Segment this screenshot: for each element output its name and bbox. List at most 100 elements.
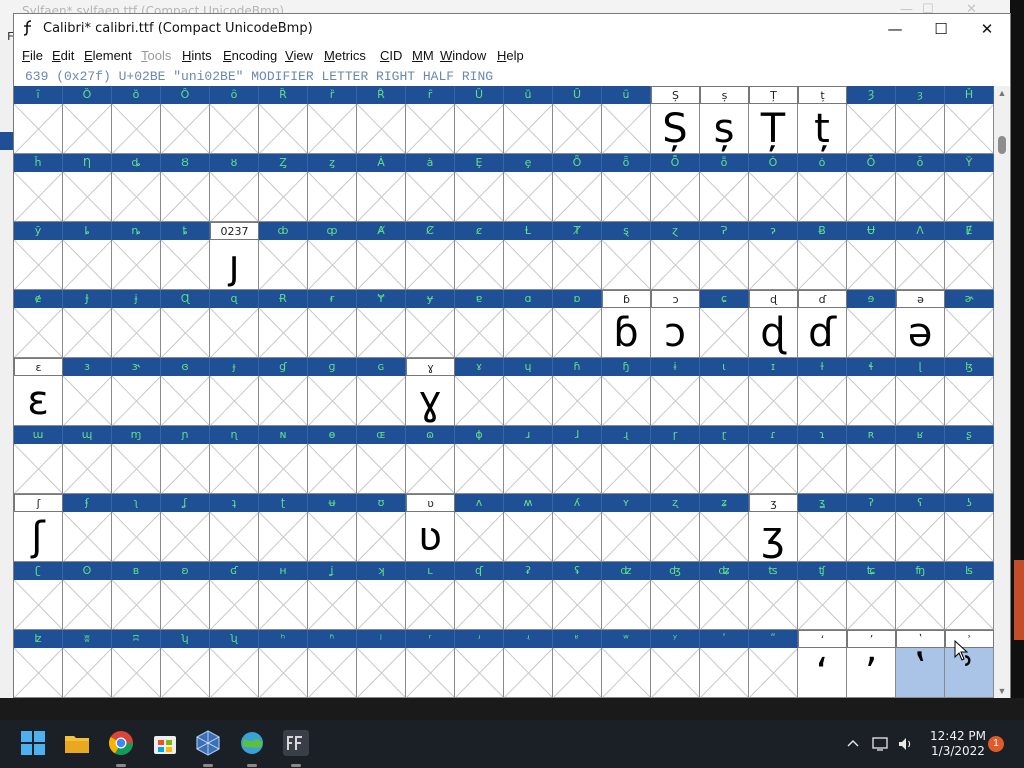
empty-glyph-cell[interactable] bbox=[161, 172, 210, 222]
glyph-label[interactable]: Ƀ bbox=[798, 222, 847, 240]
empty-glyph-cell[interactable] bbox=[112, 240, 161, 290]
glyph-label[interactable]: Ɏ bbox=[357, 290, 406, 308]
empty-glyph-cell[interactable] bbox=[406, 308, 455, 358]
glyph-label[interactable]: ɻ bbox=[602, 426, 651, 444]
scroll-up-arrow-icon[interactable]: ▲ bbox=[994, 86, 1010, 100]
notification-badge[interactable]: 1 bbox=[988, 736, 1004, 752]
glyph-label[interactable]: Ȥ bbox=[259, 154, 308, 172]
glyph-label[interactable]: Ɂ bbox=[700, 222, 749, 240]
glyph-label[interactable]: ȸ bbox=[259, 222, 308, 240]
empty-glyph-cell[interactable] bbox=[161, 376, 210, 426]
glyph-label[interactable]: Ȍ bbox=[63, 86, 112, 104]
glyph-label[interactable]: Ȭ bbox=[651, 154, 700, 172]
glyph-label[interactable]: ʄ bbox=[63, 494, 112, 512]
glyph-label[interactable]: ȍ bbox=[112, 86, 161, 104]
glyph-label[interactable]: ɘ bbox=[847, 290, 896, 308]
menu-hints[interactable]: Hints bbox=[182, 48, 212, 63]
empty-glyph-cell[interactable] bbox=[308, 104, 357, 154]
glyph-label[interactable]: ʢ bbox=[553, 562, 602, 580]
empty-glyph-cell[interactable] bbox=[357, 512, 406, 562]
empty-glyph-cell[interactable] bbox=[161, 512, 210, 562]
empty-glyph-cell[interactable] bbox=[945, 104, 994, 154]
glyph-label[interactable]: ȓ bbox=[406, 86, 455, 104]
empty-glyph-cell[interactable] bbox=[504, 580, 553, 630]
empty-glyph-cell[interactable] bbox=[259, 444, 308, 494]
empty-glyph-cell[interactable] bbox=[700, 240, 749, 290]
glyph-label[interactable]: Ƚ bbox=[504, 222, 553, 240]
glyph-cell[interactable]: ɛ bbox=[14, 376, 63, 426]
empty-glyph-cell[interactable] bbox=[63, 104, 112, 154]
empty-glyph-cell[interactable] bbox=[406, 172, 455, 222]
empty-glyph-cell[interactable] bbox=[161, 648, 210, 698]
glyph-label[interactable]: ɚ bbox=[945, 290, 994, 308]
empty-glyph-cell[interactable] bbox=[798, 240, 847, 290]
glyph-label[interactable]: ʜ bbox=[259, 562, 308, 580]
glyph-label[interactable]: ɲ bbox=[161, 426, 210, 444]
glyph-cell[interactable]: ʻ bbox=[798, 648, 847, 698]
glyph-label[interactable]: ʮ bbox=[161, 630, 210, 648]
glyph-label[interactable]: ɧ bbox=[602, 358, 651, 376]
menu-window[interactable]: Window bbox=[440, 48, 486, 63]
glyph-label[interactable]: ȋ bbox=[14, 86, 63, 104]
glyph-label[interactable]: ɰ bbox=[63, 426, 112, 444]
empty-glyph-cell[interactable] bbox=[945, 580, 994, 630]
empty-glyph-cell[interactable] bbox=[847, 512, 896, 562]
empty-glyph-cell[interactable] bbox=[553, 444, 602, 494]
empty-glyph-cell[interactable] bbox=[357, 648, 406, 698]
glyph-label[interactable]: ɣ bbox=[406, 358, 455, 376]
glyph-label[interactable]: ʶ bbox=[553, 630, 602, 648]
glyph-label[interactable]: ɱ bbox=[112, 426, 161, 444]
empty-glyph-cell[interactable] bbox=[210, 444, 259, 494]
empty-glyph-cell[interactable] bbox=[308, 580, 357, 630]
glyph-label[interactable]: ʪ bbox=[945, 562, 994, 580]
empty-glyph-cell[interactable] bbox=[651, 580, 700, 630]
empty-glyph-cell[interactable] bbox=[749, 240, 798, 290]
menu-help[interactable]: Help bbox=[497, 48, 524, 63]
glyph-label[interactable]: ʙ bbox=[112, 562, 161, 580]
glyph-label[interactable]: ə bbox=[896, 290, 945, 308]
empty-glyph-cell[interactable] bbox=[112, 104, 161, 154]
empty-glyph-cell[interactable] bbox=[455, 512, 504, 562]
empty-glyph-cell[interactable] bbox=[210, 172, 259, 222]
empty-glyph-cell[interactable] bbox=[455, 104, 504, 154]
glyph-label[interactable]: Ɋ bbox=[161, 290, 210, 308]
fontforge-icon[interactable] bbox=[281, 728, 311, 758]
glyph-label[interactable]: ɠ bbox=[259, 358, 308, 376]
glyph-label[interactable]: Ⱥ bbox=[357, 222, 406, 240]
empty-glyph-cell[interactable] bbox=[308, 308, 357, 358]
empty-glyph-cell[interactable] bbox=[14, 104, 63, 154]
empty-glyph-cell[interactable] bbox=[749, 172, 798, 222]
glyph-label[interactable]: ʌ bbox=[455, 494, 504, 512]
empty-glyph-cell[interactable] bbox=[798, 512, 847, 562]
empty-glyph-cell[interactable] bbox=[798, 376, 847, 426]
empty-glyph-cell[interactable] bbox=[700, 580, 749, 630]
scrollbar-thumb[interactable] bbox=[998, 136, 1006, 154]
glyph-cell[interactable]: ʽ bbox=[896, 648, 945, 698]
virtualbox-icon[interactable] bbox=[193, 728, 223, 758]
glyph-label[interactable]: ʗ bbox=[14, 562, 63, 580]
glyph-cell[interactable]: ɓ bbox=[602, 308, 651, 358]
empty-glyph-cell[interactable] bbox=[504, 308, 553, 358]
glyph-cell[interactable]: ț bbox=[798, 104, 847, 154]
glyph-label[interactable]: ɪ bbox=[749, 358, 798, 376]
empty-glyph-cell[interactable] bbox=[700, 308, 749, 358]
glyph-label[interactable]: ȿ bbox=[602, 222, 651, 240]
menu-file[interactable]: File bbox=[22, 48, 43, 63]
empty-glyph-cell[interactable] bbox=[406, 648, 455, 698]
empty-glyph-cell[interactable] bbox=[259, 648, 308, 698]
empty-glyph-cell[interactable] bbox=[357, 240, 406, 290]
glyph-label[interactable]: Ƞ bbox=[63, 154, 112, 172]
glyph-label[interactable]: ʋ bbox=[406, 494, 455, 512]
empty-glyph-cell[interactable] bbox=[504, 376, 553, 426]
empty-glyph-cell[interactable] bbox=[112, 308, 161, 358]
empty-glyph-cell[interactable] bbox=[945, 172, 994, 222]
empty-glyph-cell[interactable] bbox=[847, 104, 896, 154]
glyph-label[interactable]: ʯ bbox=[210, 630, 259, 648]
glyph-cell[interactable]: Ț bbox=[749, 104, 798, 154]
glyph-label[interactable]: ʔ bbox=[847, 494, 896, 512]
network-globe-icon[interactable] bbox=[237, 728, 267, 758]
empty-glyph-cell[interactable] bbox=[455, 580, 504, 630]
glyph-label[interactable]: ɵ bbox=[308, 426, 357, 444]
glyph-label[interactable]: ɜ bbox=[63, 358, 112, 376]
glyph-label[interactable]: ʉ bbox=[308, 494, 357, 512]
